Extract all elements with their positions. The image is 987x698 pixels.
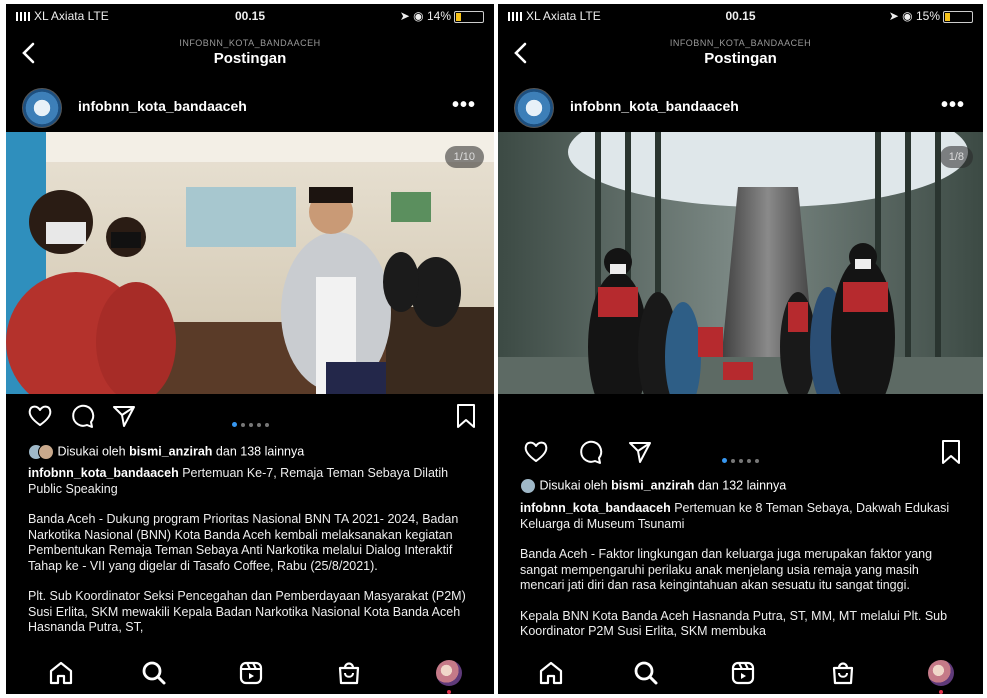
battery-percent: 15% bbox=[915, 9, 940, 23]
likes-line[interactable]: Disukai oleh bismi_anzirah dan 138 lainn… bbox=[28, 444, 304, 460]
reels-icon[interactable] bbox=[730, 660, 756, 686]
back-icon[interactable] bbox=[16, 40, 42, 66]
post-header: INFOBNN_KOTA_BANDAACEH Postingan bbox=[498, 34, 983, 76]
home-icon[interactable] bbox=[538, 660, 564, 686]
post-photo[interactable]: 1/8 bbox=[498, 132, 983, 394]
bookmark-icon[interactable] bbox=[937, 438, 965, 466]
liker-username[interactable]: bismi_anzirah bbox=[611, 478, 694, 492]
more-icon[interactable]: ••• bbox=[452, 94, 476, 117]
account-avatar[interactable] bbox=[22, 88, 62, 128]
post-author-row: infobnn_kota_bandaaceh ••• bbox=[6, 86, 494, 130]
caption-paragraph: Banda Aceh - Dukung program Prioritas Na… bbox=[28, 512, 459, 573]
battery-percent: 14% bbox=[426, 9, 451, 23]
battery-icon bbox=[943, 10, 973, 23]
likes-line[interactable]: Disukai oleh bismi_anzirah dan 132 lainn… bbox=[520, 478, 786, 494]
photo-counter: 1/8 bbox=[939, 146, 973, 168]
post-caption: infobnn_kota_bandaaceh Pertemuan ke 8 Te… bbox=[520, 501, 963, 655]
photo-counter: 1/10 bbox=[444, 146, 484, 168]
profile-avatar[interactable] bbox=[928, 660, 954, 694]
account-avatar[interactable] bbox=[514, 88, 554, 128]
shop-icon[interactable] bbox=[830, 660, 856, 686]
post-header: INFOBNN_KOTA_BANDAACEH Postingan bbox=[6, 34, 494, 76]
post-author-row: infobnn_kota_bandaaceh ••• bbox=[498, 86, 983, 130]
more-icon[interactable]: ••• bbox=[941, 94, 965, 117]
shop-icon[interactable] bbox=[336, 660, 362, 686]
post-actions bbox=[498, 438, 983, 470]
status-bar: XL Axiata LTE 00.15 ➤ ◉ 15% bbox=[498, 4, 983, 26]
search-icon[interactable] bbox=[141, 660, 167, 686]
battery-icon bbox=[454, 10, 484, 23]
reels-icon[interactable] bbox=[238, 660, 264, 686]
caption-paragraph: Plt. Sub Koordinator Seksi Pencegahan da… bbox=[28, 589, 466, 634]
home-icon[interactable] bbox=[48, 660, 74, 686]
post-screen-left: XL Axiata LTE 00.15 ➤ ◉ 14% INFOBNN_KOTA… bbox=[6, 4, 494, 694]
search-icon[interactable] bbox=[633, 660, 659, 686]
bottom-nav bbox=[6, 652, 494, 694]
back-icon[interactable] bbox=[508, 40, 534, 66]
liker-avatar bbox=[520, 478, 536, 494]
page-title: Postingan bbox=[213, 50, 287, 67]
caption-paragraph: Kepala BNN Kota Banda Aceh Hasnanda Putr… bbox=[520, 608, 948, 639]
post-photo[interactable]: 1/10 bbox=[6, 132, 494, 394]
bookmark-icon[interactable] bbox=[452, 402, 480, 430]
caption-username[interactable]: infobnn_kota_bandaaceh bbox=[28, 466, 179, 480]
profile-avatar[interactable] bbox=[436, 660, 462, 694]
post-actions bbox=[6, 402, 494, 434]
caption-paragraph: Banda Aceh - Faktor lingkungan dan kelua… bbox=[520, 547, 933, 592]
caption-username[interactable]: infobnn_kota_bandaaceh bbox=[520, 501, 671, 515]
account-username[interactable]: infobnn_kota_bandaaceh bbox=[78, 98, 247, 114]
header-username: INFOBNN_KOTA_BANDAACEH bbox=[179, 38, 321, 48]
account-username[interactable]: infobnn_kota_bandaaceh bbox=[570, 98, 739, 114]
post-caption: infobnn_kota_bandaaceh Pertemuan Ke-7, R… bbox=[28, 466, 474, 651]
page-title: Postingan bbox=[704, 50, 777, 67]
status-bar: XL Axiata LTE 00.15 ➤ ◉ 14% bbox=[6, 4, 494, 26]
header-username: INFOBNN_KOTA_BANDAACEH bbox=[669, 38, 812, 48]
carousel-indicator bbox=[6, 414, 494, 432]
status-right: ➤ ◉ 15% bbox=[889, 9, 973, 23]
status-right: ➤ ◉ 14% bbox=[400, 9, 484, 23]
bottom-nav bbox=[498, 652, 983, 694]
liker-avatar bbox=[38, 444, 54, 460]
liker-username[interactable]: bismi_anzirah bbox=[129, 444, 212, 458]
post-screen-right: XL Axiata LTE 00.15 ➤ ◉ 15% INFOBNN_KOTA… bbox=[498, 4, 983, 694]
carousel-indicator bbox=[498, 450, 983, 468]
